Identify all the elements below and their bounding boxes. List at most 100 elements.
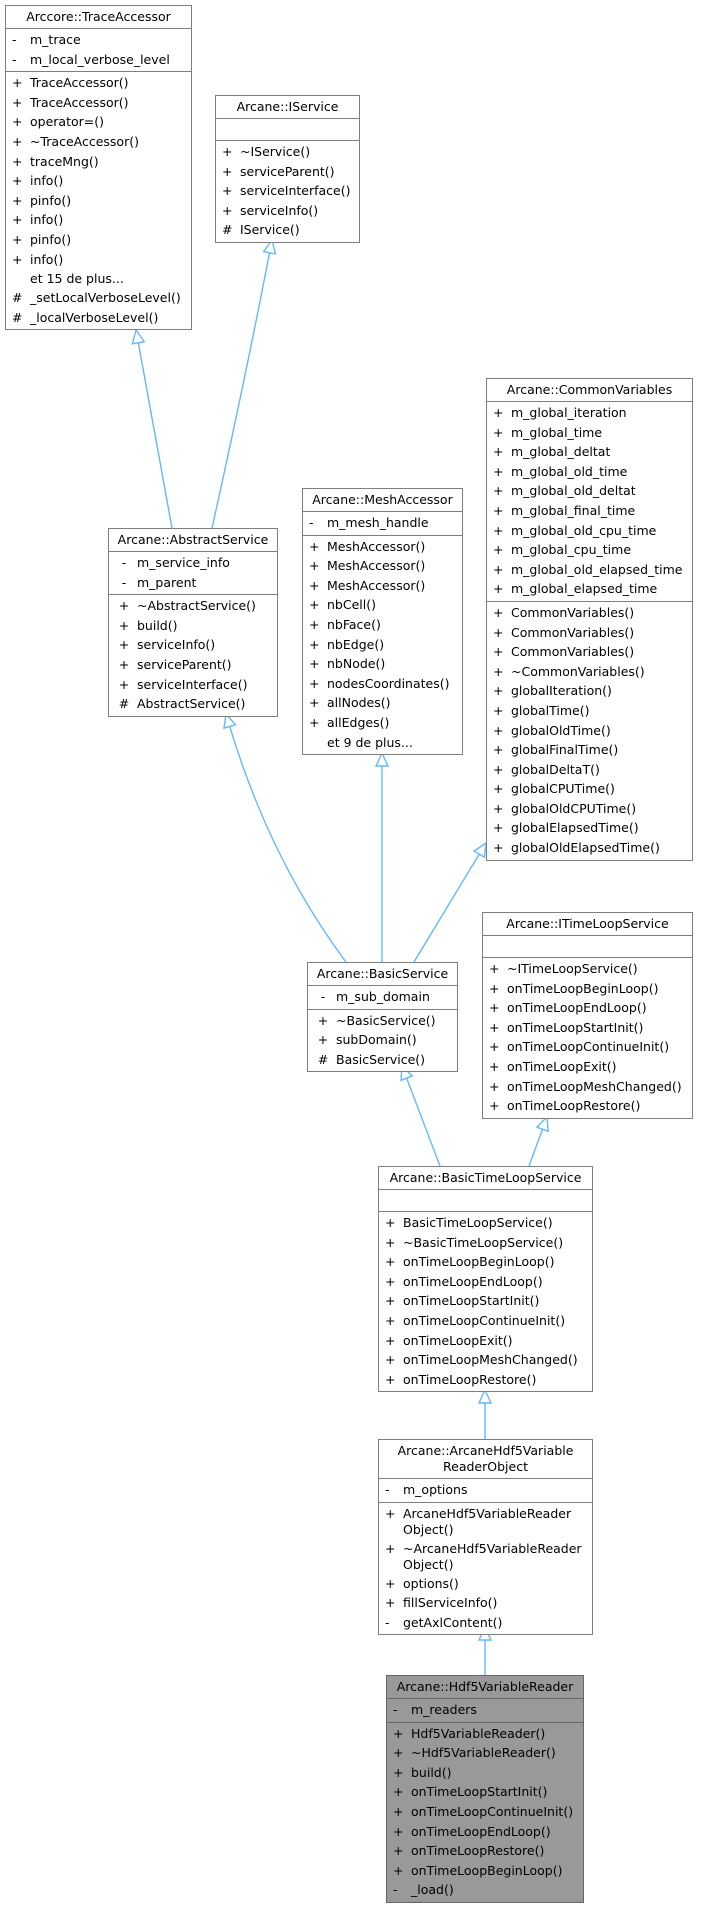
method-row[interactable]: + info() xyxy=(6,210,191,230)
method-row[interactable]: + globalFinalTime() xyxy=(487,740,692,760)
method-row[interactable]: + pinfo() xyxy=(6,191,191,211)
class-title[interactable]: Arcane::MeshAccessor xyxy=(303,489,462,512)
attribute-row[interactable]: - m_readers xyxy=(387,1700,583,1720)
attribute-row[interactable]: + m_global_iteration xyxy=(487,403,692,423)
class-box-arcane-hdf5-variable-reader-object[interactable]: Arcane::ArcaneHdf5Variable ReaderObject -… xyxy=(378,1439,593,1636)
method-row[interactable]: + serviceInfo() xyxy=(216,201,359,221)
class-box-common-variables[interactable]: Arcane::CommonVariables + m_global_iterati… xyxy=(486,378,693,861)
method-row[interactable]: + onTimeLoopMeshChanged() xyxy=(483,1077,692,1097)
method-row[interactable]: + TraceAccessor() xyxy=(6,93,191,113)
class-title[interactable]: Arcane::AbstractService xyxy=(109,529,277,552)
class-box-basic-timeloop-service[interactable]: Arcane::BasicTimeLoopService+ BasicTimeLo… xyxy=(378,1166,593,1393)
method-row[interactable]: + ArcaneHdf5VariableReader Object() xyxy=(379,1504,592,1539)
method-row[interactable]: + ~BasicTimeLoopService() xyxy=(379,1233,592,1253)
method-row[interactable]: + allEdges() xyxy=(303,713,462,733)
method-row[interactable]: + BasicTimeLoopService() xyxy=(379,1213,592,1233)
method-row[interactable]: + nodesCoordinates() xyxy=(303,674,462,694)
class-title[interactable]: Arcane::BasicService xyxy=(308,963,457,986)
method-row[interactable]: + onTimeLoopBeginLoop() xyxy=(483,979,692,999)
class-box-mesh-accessor[interactable]: Arcane::MeshAccessor - m_mesh_handle+ MeshA… xyxy=(302,488,463,755)
class-title[interactable]: Arcane::CommonVariables xyxy=(487,379,692,402)
method-row[interactable]: + serviceInterface() xyxy=(216,181,359,201)
method-row[interactable]: + MeshAccessor() xyxy=(303,537,462,557)
class-title[interactable]: Arcane::ITimeLoopService xyxy=(483,913,692,936)
class-title[interactable]: Arcane::ArcaneHdf5Variable ReaderObject xyxy=(379,1440,592,1479)
method-row[interactable]: - getAxlContent() xyxy=(379,1613,592,1633)
method-row[interactable]: + subDomain() xyxy=(308,1030,457,1050)
class-title[interactable]: Arcane::IService xyxy=(216,96,359,119)
method-row[interactable]: + traceMng() xyxy=(6,152,191,172)
method-row[interactable]: + ~BasicService() xyxy=(308,1011,457,1031)
method-row[interactable]: + globalElapsedTime() xyxy=(487,818,692,838)
method-row[interactable]: + onTimeLoopRestore() xyxy=(387,1841,583,1861)
method-row[interactable]: et 9 de plus... xyxy=(303,733,462,752)
method-row[interactable]: + onTimeLoopContinueInit() xyxy=(387,1802,583,1822)
method-row[interactable]: + onTimeLoopBeginLoop() xyxy=(387,1861,583,1881)
attribute-row[interactable]: - m_options xyxy=(379,1480,592,1500)
method-row[interactable]: + nbNode() xyxy=(303,654,462,674)
attribute-row[interactable]: + m_global_elapsed_time xyxy=(487,579,692,599)
method-row[interactable]: # _localVerboseLevel() xyxy=(6,308,191,328)
method-row[interactable]: + onTimeLoopRestore() xyxy=(483,1096,692,1116)
method-row[interactable]: + onTimeLoopEndLoop() xyxy=(483,998,692,1018)
attribute-row[interactable]: + m_global_old_cpu_time xyxy=(487,521,692,541)
method-row[interactable]: + onTimeLoopContinueInit() xyxy=(483,1037,692,1057)
method-row[interactable]: + operator=() xyxy=(6,112,191,132)
attribute-row[interactable]: + m_global_old_time xyxy=(487,462,692,482)
attribute-row[interactable]: - m_mesh_handle xyxy=(303,513,462,533)
method-row[interactable]: # BasicService() xyxy=(308,1050,457,1070)
attribute-row[interactable]: + m_global_final_time xyxy=(487,501,692,521)
method-row[interactable]: + ~CommonVariables() xyxy=(487,662,692,682)
method-row[interactable]: + globalOldTime() xyxy=(487,721,692,741)
method-row[interactable]: + globalOldCPUTime() xyxy=(487,799,692,819)
class-box-abstract-service[interactable]: Arcane::AbstractService - m_service_info - m… xyxy=(108,528,278,717)
method-row[interactable]: + onTimeLoopEndLoop() xyxy=(387,1822,583,1842)
method-row[interactable]: + build() xyxy=(387,1763,583,1783)
method-row[interactable]: + serviceInfo() xyxy=(109,635,277,655)
method-row[interactable]: + globalIteration() xyxy=(487,681,692,701)
class-box-basic-service[interactable]: Arcane::BasicService - m_sub_domain + ~Basic… xyxy=(307,962,458,1073)
attribute-row[interactable]: + m_global_deltat xyxy=(487,442,692,462)
method-row[interactable]: + globalDeltaT() xyxy=(487,760,692,780)
method-row[interactable]: + ~ArcaneHdf5VariableReader Object() xyxy=(379,1539,592,1574)
method-row[interactable]: + info() xyxy=(6,250,191,270)
method-row[interactable]: # AbstractService() xyxy=(109,694,277,714)
method-row[interactable]: + serviceParent() xyxy=(109,655,277,675)
method-row[interactable]: + ~Hdf5VariableReader() xyxy=(387,1743,583,1763)
method-row[interactable]: + Hdf5VariableReader() xyxy=(387,1724,583,1744)
attribute-row[interactable]: - m_trace xyxy=(6,30,191,50)
attribute-row[interactable]: - m_service_info xyxy=(109,553,277,573)
class-box-trace-accessor[interactable]: Arccore::TraceAccessor - m_trace - m_local_v… xyxy=(5,5,192,331)
attribute-row[interactable]: + m_global_time xyxy=(487,423,692,443)
method-row[interactable]: + onTimeLoopRestore() xyxy=(379,1370,592,1390)
method-row[interactable]: + nbCell() xyxy=(303,595,462,615)
method-row[interactable]: + pinfo() xyxy=(6,230,191,250)
method-row[interactable]: + nbFace() xyxy=(303,615,462,635)
method-row[interactable]: + onTimeLoopStartInit() xyxy=(379,1291,592,1311)
method-row[interactable]: + globalCPUTime() xyxy=(487,779,692,799)
method-row[interactable]: + ~AbstractService() xyxy=(109,596,277,616)
method-row[interactable]: # IService() xyxy=(216,220,359,240)
attribute-row[interactable]: + m_global_cpu_time xyxy=(487,540,692,560)
attribute-row[interactable]: + m_global_old_elapsed_time xyxy=(487,560,692,580)
method-row[interactable]: + onTimeLoopContinueInit() xyxy=(379,1311,592,1331)
method-row[interactable]: + nbEdge() xyxy=(303,635,462,655)
method-row[interactable]: + ~ITimeLoopService() xyxy=(483,959,692,979)
method-row[interactable]: + serviceParent() xyxy=(216,162,359,182)
method-row[interactable]: + serviceInterface() xyxy=(109,675,277,695)
method-row[interactable]: + CommonVariables() xyxy=(487,623,692,643)
method-row[interactable]: + MeshAccessor() xyxy=(303,576,462,596)
method-row[interactable]: + onTimeLoopEndLoop() xyxy=(379,1272,592,1292)
method-row[interactable]: + globalOldElapsedTime() xyxy=(487,838,692,858)
method-row[interactable]: + info() xyxy=(6,171,191,191)
class-title[interactable]: Arcane::BasicTimeLoopService xyxy=(379,1167,592,1190)
method-row[interactable]: + CommonVariables() xyxy=(487,603,692,623)
method-row[interactable]: + ~TraceAccessor() xyxy=(6,132,191,152)
method-row[interactable]: + options() xyxy=(379,1574,592,1594)
attribute-row[interactable]: - m_parent xyxy=(109,573,277,593)
method-row[interactable]: + onTimeLoopBeginLoop() xyxy=(379,1252,592,1272)
method-row[interactable]: + globalTime() xyxy=(487,701,692,721)
method-row[interactable]: + onTimeLoopExit() xyxy=(379,1331,592,1351)
method-row[interactable]: - _load() xyxy=(387,1880,583,1900)
method-row[interactable]: + fillServiceInfo() xyxy=(379,1593,592,1613)
